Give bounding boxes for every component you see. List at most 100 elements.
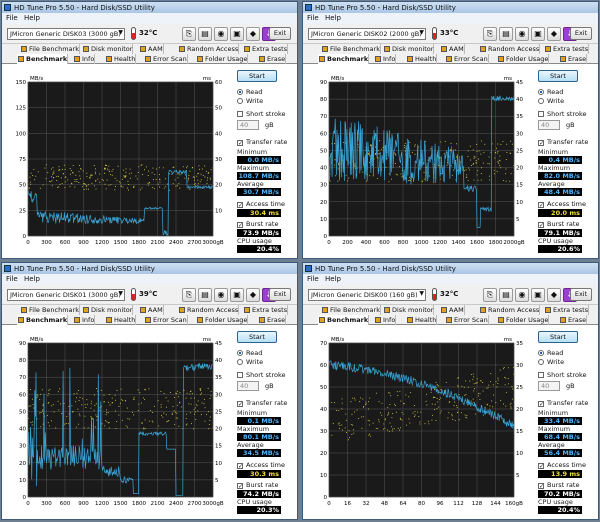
tab-erase[interactable]: Erase (258, 315, 287, 325)
save-icon[interactable]: ▣ (531, 27, 545, 41)
tab-folder-usage[interactable]: Folder Usage (196, 315, 249, 325)
menu-file[interactable]: File (307, 14, 319, 22)
burst-rate-checkbox[interactable]: ✓ Burst rate (237, 220, 278, 229)
tab-disk-monitor[interactable]: Disk monitor (383, 44, 435, 54)
tab-file-benchmark[interactable]: File Benchmark (20, 305, 80, 315)
tab-erase[interactable]: Erase (559, 315, 588, 325)
options-icon[interactable]: ◆ (547, 27, 561, 41)
access-time-checkbox[interactable]: ✓ Access time (237, 200, 285, 209)
menu-file[interactable]: File (307, 275, 319, 283)
tab-extra-tests[interactable]: Extra tests (243, 44, 289, 54)
tab-health[interactable]: Health (406, 54, 438, 64)
burst-rate-checkbox[interactable]: ✓ Burst rate (237, 481, 278, 490)
tab-info[interactable]: Info (73, 315, 96, 325)
read-radio[interactable]: Read (538, 88, 563, 97)
tab-erase[interactable]: Erase (559, 54, 588, 64)
short-stroke-spinner[interactable]: 40 (237, 381, 259, 391)
tab-disk-monitor[interactable]: Disk monitor (82, 44, 134, 54)
copy-text-icon[interactable]: ▤ (198, 288, 212, 302)
exit-button[interactable]: Exit (269, 27, 291, 40)
tab-file-benchmark[interactable]: File Benchmark (20, 44, 80, 54)
tab-folder-usage[interactable]: Folder Usage (196, 54, 249, 64)
tab-aam[interactable]: AAM (440, 44, 465, 54)
tab-random-access[interactable]: Random Access (178, 305, 240, 315)
tab-disk-monitor[interactable]: Disk monitor (383, 305, 435, 315)
tab-benchmark[interactable]: Benchmark (318, 315, 370, 325)
title-bar[interactable]: HD Tune Pro 5.50 - Hard Disk/SSD Utility (2, 263, 297, 274)
access-time-checkbox[interactable]: ✓ Access time (538, 461, 586, 470)
copy-text-icon[interactable]: ▤ (499, 27, 513, 41)
tab-folder-usage[interactable]: Folder Usage (497, 54, 550, 64)
tab-health[interactable]: Health (105, 54, 137, 64)
menu-help[interactable]: Help (325, 275, 341, 283)
start-button[interactable]: Start (538, 331, 578, 343)
options-icon[interactable]: ◆ (246, 288, 260, 302)
transfer-rate-checkbox[interactable]: ✓ Transfer rate (538, 138, 588, 147)
copy-info-icon[interactable]: ⎘ (182, 27, 196, 41)
tab-info[interactable]: Info (73, 54, 96, 64)
short-stroke-spinner[interactable]: 40 (538, 381, 560, 391)
copy-text-icon[interactable]: ▤ (499, 288, 513, 302)
menu-help[interactable]: Help (24, 14, 40, 22)
short-stroke-checkbox[interactable]: Short stroke (538, 371, 586, 380)
burst-rate-checkbox[interactable]: ✓ Burst rate (538, 481, 579, 490)
drive-select[interactable]: JMicron Generic DISK00 (160 gB) ▼ (308, 289, 426, 301)
save-icon[interactable]: ▣ (230, 288, 244, 302)
drive-select[interactable]: JMicron Generic DISK02 (2000 gB) ▼ (308, 28, 426, 40)
save-icon[interactable]: ▣ (230, 27, 244, 41)
write-radio[interactable]: Write (237, 97, 263, 106)
tab-file-benchmark[interactable]: File Benchmark (321, 305, 381, 315)
tab-health[interactable]: Health (105, 315, 137, 325)
read-radio[interactable]: Read (237, 349, 262, 358)
drive-select[interactable]: JMicron Generic DISK03 (3000 gB) ▼ (7, 28, 125, 40)
tab-benchmark[interactable]: Benchmark (17, 54, 69, 64)
access-time-checkbox[interactable]: ✓ Access time (538, 200, 586, 209)
burst-rate-checkbox[interactable]: ✓ Burst rate (538, 220, 579, 229)
copy-text-icon[interactable]: ▤ (198, 27, 212, 41)
copy-info-icon[interactable]: ⎘ (483, 27, 497, 41)
tab-extra-tests[interactable]: Extra tests (243, 305, 289, 315)
start-button[interactable]: Start (237, 331, 277, 343)
tab-error-scan[interactable]: Error Scan (144, 315, 188, 325)
short-stroke-spinner[interactable]: 40 (538, 120, 560, 130)
tab-disk-monitor[interactable]: Disk monitor (82, 305, 134, 315)
title-bar[interactable]: HD Tune Pro 5.50 - Hard Disk/SSD Utility (2, 2, 297, 13)
tab-file-benchmark[interactable]: File Benchmark (321, 44, 381, 54)
tab-aam[interactable]: AAM (139, 44, 164, 54)
camera-icon[interactable]: ◉ (515, 288, 529, 302)
tab-extra-tests[interactable]: Extra tests (544, 44, 590, 54)
menu-file[interactable]: File (6, 14, 18, 22)
tab-error-scan[interactable]: Error Scan (144, 54, 188, 64)
tab-extra-tests[interactable]: Extra tests (544, 305, 590, 315)
drive-select[interactable]: JMicron Generic DISK01 (3000 gB) ▼ (7, 289, 125, 301)
tab-random-access[interactable]: Random Access (178, 44, 240, 54)
read-radio[interactable]: Read (237, 88, 262, 97)
tab-aam[interactable]: AAM (440, 305, 465, 315)
write-radio[interactable]: Write (538, 358, 564, 367)
tab-aam[interactable]: AAM (139, 305, 164, 315)
read-radio[interactable]: Read (538, 349, 563, 358)
title-bar[interactable]: HD Tune Pro 5.50 - Hard Disk/SSD Utility (303, 263, 598, 274)
write-radio[interactable]: Write (237, 358, 263, 367)
tab-random-access[interactable]: Random Access (479, 305, 541, 315)
transfer-rate-checkbox[interactable]: ✓ Transfer rate (538, 399, 588, 408)
exit-button[interactable]: Exit (570, 288, 592, 301)
tab-random-access[interactable]: Random Access (479, 44, 541, 54)
tab-info[interactable]: Info (374, 315, 397, 325)
tab-info[interactable]: Info (374, 54, 397, 64)
save-icon[interactable]: ▣ (531, 288, 545, 302)
tab-health[interactable]: Health (406, 315, 438, 325)
start-button[interactable]: Start (237, 70, 277, 82)
tab-benchmark[interactable]: Benchmark (318, 54, 370, 64)
menu-file[interactable]: File (6, 275, 18, 283)
short-stroke-spinner[interactable]: 40 (237, 120, 259, 130)
exit-button[interactable]: Exit (570, 27, 592, 40)
tab-error-scan[interactable]: Error Scan (445, 54, 489, 64)
tab-erase[interactable]: Erase (258, 54, 287, 64)
write-radio[interactable]: Write (538, 97, 564, 106)
short-stroke-checkbox[interactable]: Short stroke (538, 110, 586, 119)
tab-folder-usage[interactable]: Folder Usage (497, 315, 550, 325)
menu-help[interactable]: Help (325, 14, 341, 22)
transfer-rate-checkbox[interactable]: ✓ Transfer rate (237, 399, 287, 408)
copy-info-icon[interactable]: ⎘ (182, 288, 196, 302)
